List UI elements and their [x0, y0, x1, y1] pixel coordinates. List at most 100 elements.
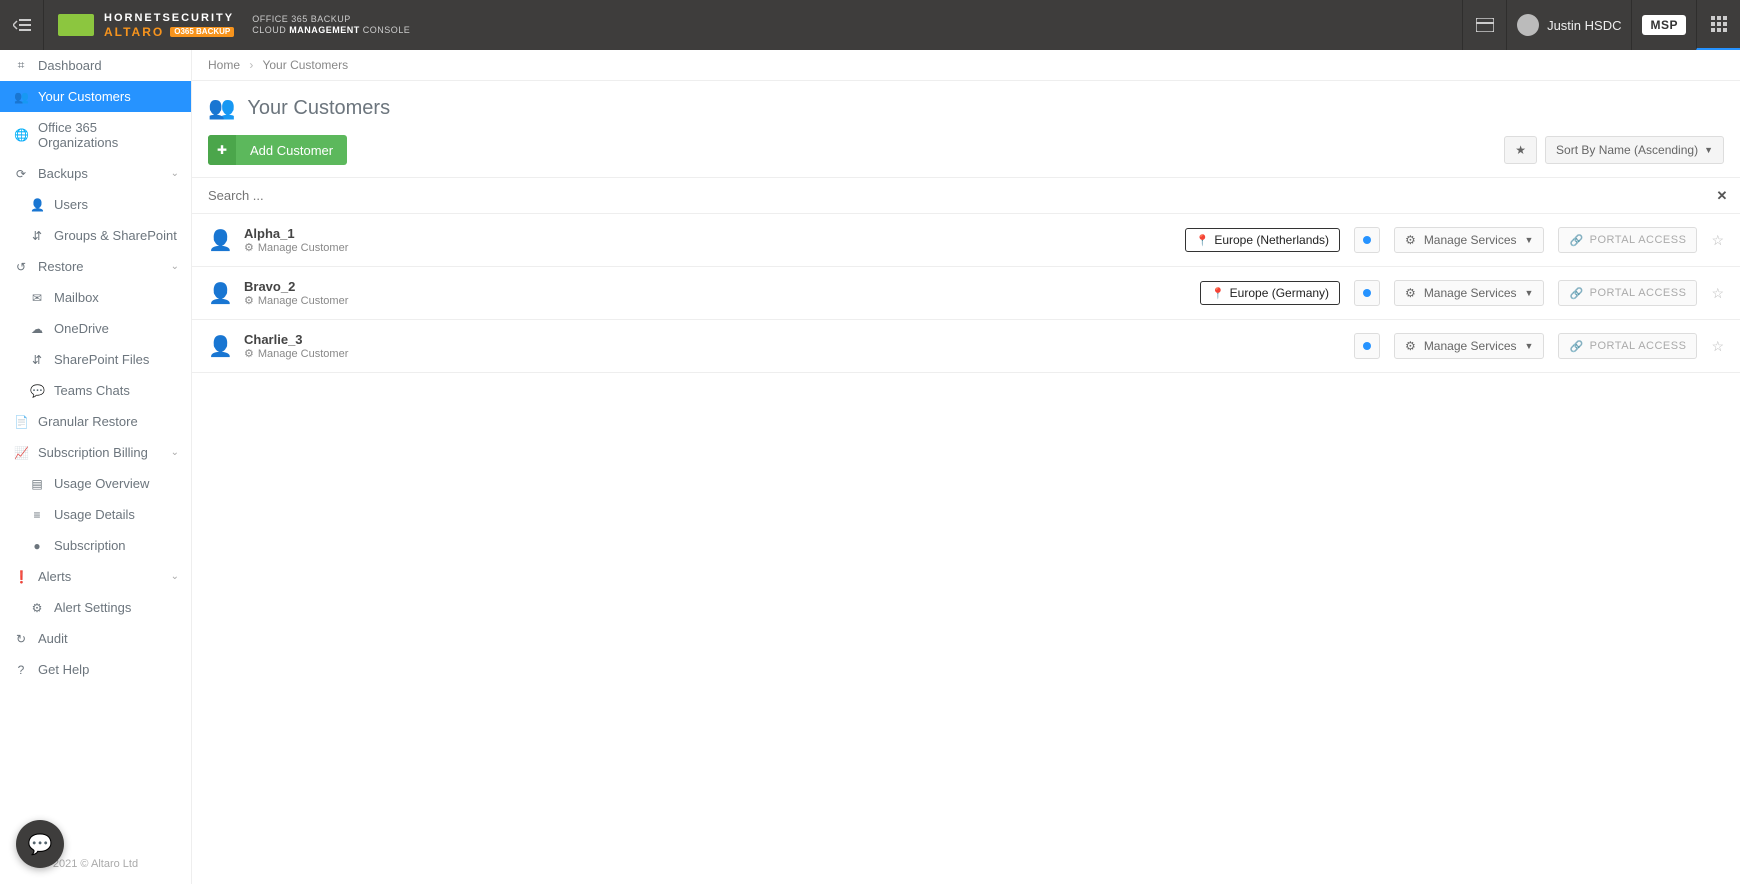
- sidebar-item-label: Users: [54, 197, 88, 212]
- chevron-down-icon: ⌄: [171, 447, 179, 458]
- location-button[interactable]: 📍Europe (Germany): [1200, 281, 1340, 305]
- status-dot-icon: [1363, 289, 1371, 297]
- teams-chats-icon: 💬: [30, 384, 44, 398]
- sidebar-item-label: SharePoint Files: [54, 352, 149, 367]
- sidebar-item-teams-chats[interactable]: 💬Teams Chats: [0, 375, 191, 406]
- sidebar-item-mailbox[interactable]: ✉Mailbox: [0, 282, 191, 313]
- sidebar-item-label: Backups: [38, 166, 88, 181]
- granular-restore-icon: 📄: [14, 415, 28, 429]
- msp-button[interactable]: MSP: [1631, 0, 1696, 50]
- status-button[interactable]: [1354, 280, 1380, 306]
- sort-label: Sort By Name (Ascending): [1556, 143, 1698, 157]
- customer-row: 👤Bravo_2⚙Manage Customer📍Europe (Germany…: [192, 267, 1740, 320]
- customer-row: 👤Alpha_1⚙Manage Customer📍Europe (Netherl…: [192, 214, 1740, 267]
- brand-line1: HORNETSECURITY: [104, 13, 234, 24]
- star-icon: ★: [1515, 143, 1526, 157]
- portal-access-button[interactable]: 🔗 PORTAL ACCESS: [1558, 333, 1697, 359]
- customer-row: 👤Charlie_3⚙Manage Customer⚙Manage Servic…: [192, 320, 1740, 373]
- sidebar-item-office-365-organizations[interactable]: 🌐Office 365 Organizations: [0, 112, 191, 158]
- sidebar-item-subscription[interactable]: ●Subscription: [0, 530, 191, 561]
- portal-access-label: PORTAL ACCESS: [1590, 340, 1687, 352]
- search-clear-button[interactable]: ✕: [1704, 188, 1740, 204]
- manage-customer-link[interactable]: ⚙Manage Customer: [244, 347, 348, 360]
- customer-name: Charlie_3: [244, 332, 348, 347]
- gear-icon: ⚙: [244, 241, 254, 254]
- services-icon: ⚙: [1405, 233, 1416, 247]
- location-label: Europe (Germany): [1230, 286, 1329, 300]
- topbar-card-button[interactable]: [1462, 0, 1506, 50]
- search-input[interactable]: [192, 178, 1704, 213]
- alert-settings-icon: ⚙: [30, 601, 44, 615]
- brand: HORNETSECURITY ALTARO O365 BACKUP OFFICE…: [44, 13, 424, 38]
- sidebar-item-groups-sharepoint[interactable]: ⇵Groups & SharePoint: [0, 220, 191, 251]
- chevron-down-icon: ▼: [1704, 145, 1713, 155]
- chevron-down-icon: ▼: [1525, 235, 1534, 245]
- brand-product-line2: CLOUD MANAGEMENT CONSOLE: [252, 25, 410, 36]
- user-menu[interactable]: Justin HSDC: [1506, 0, 1631, 50]
- sidebar-item-usage-details[interactable]: ≡ Usage Details: [0, 499, 191, 530]
- sidebar-item-granular-restore[interactable]: 📄Granular Restore: [0, 406, 191, 437]
- add-customer-button[interactable]: ✚ Add Customer: [208, 135, 347, 165]
- link-icon: 🔗: [1569, 234, 1583, 247]
- mailbox-icon: ✉: [30, 291, 44, 305]
- sidebar-item-your-customers[interactable]: 👥Your Customers: [0, 81, 191, 112]
- sidebar-item-audit[interactable]: ↻Audit: [0, 623, 191, 654]
- brand-product-line1: OFFICE 365 BACKUP: [252, 14, 410, 25]
- apps-button[interactable]: [1696, 0, 1740, 50]
- sidebar-item-sharepoint-files[interactable]: ⇵SharePoint Files: [0, 344, 191, 375]
- manage-services-button[interactable]: ⚙Manage Services▼: [1394, 333, 1544, 359]
- chat-fab[interactable]: 💬: [16, 820, 64, 868]
- sidebar-item-label: Alerts: [38, 569, 71, 584]
- status-button[interactable]: [1354, 333, 1380, 359]
- services-icon: ⚙: [1405, 339, 1416, 353]
- sidebar-item-label: Your Customers: [38, 89, 131, 104]
- sidebar-item-alert-settings[interactable]: ⚙Alert Settings: [0, 592, 191, 623]
- portal-access-button[interactable]: 🔗PORTAL ACCESS: [1558, 227, 1697, 253]
- restore-icon: ↺: [14, 260, 28, 274]
- usage-details-icon: ≡: [30, 508, 44, 522]
- sidebar-item-users[interactable]: 👤 Users: [0, 189, 191, 220]
- favorite-star[interactable]: ☆: [1711, 232, 1724, 249]
- chevron-down-icon: ⌄: [171, 168, 179, 179]
- manage-services-button[interactable]: ⚙Manage Services▼: [1394, 280, 1544, 306]
- sidebar-item-alerts[interactable]: ❗Alerts⌄: [0, 561, 191, 592]
- sidebar-item-label: OneDrive: [54, 321, 109, 336]
- backups-icon: ⟳: [14, 167, 28, 181]
- sidebar-item-label: Restore: [38, 259, 84, 274]
- chevron-down-icon: ⌄: [171, 571, 179, 582]
- sidebar-item-dashboard[interactable]: ⌗Dashboard: [0, 50, 191, 81]
- sidebar-item-label: Get Help: [38, 662, 89, 677]
- breadcrumb-home[interactable]: Home: [208, 58, 240, 72]
- users-icon: 👤: [30, 198, 44, 212]
- manage-customer-link[interactable]: ⚙Manage Customer: [244, 241, 348, 254]
- sidebar-toggle[interactable]: [0, 0, 44, 50]
- page-title-row: 👥 Your Customers: [192, 81, 1740, 135]
- sort-button[interactable]: Sort By Name (Ascending) ▼: [1545, 136, 1724, 164]
- search-bar: ✕: [192, 177, 1740, 214]
- favorite-star[interactable]: ☆: [1711, 285, 1724, 302]
- favorite-star[interactable]: ☆: [1711, 338, 1724, 355]
- favorites-filter-button[interactable]: ★: [1504, 136, 1537, 164]
- manage-services-button[interactable]: ⚙Manage Services▼: [1394, 227, 1544, 253]
- status-button[interactable]: [1354, 227, 1380, 253]
- customer-icon: 👤: [208, 281, 230, 306]
- sidebar-item-onedrive[interactable]: ☁OneDrive: [0, 313, 191, 344]
- sidebar-item-usage-overview[interactable]: ▤Usage Overview: [0, 468, 191, 499]
- portal-access-button[interactable]: 🔗PORTAL ACCESS: [1558, 280, 1697, 306]
- location-label: Europe (Netherlands): [1214, 233, 1329, 247]
- link-icon: 🔗: [1569, 340, 1583, 353]
- add-customer-label: Add Customer: [236, 143, 347, 158]
- menu-collapse-icon: [13, 18, 31, 32]
- sidebar-item-get-help[interactable]: ?Get Help: [0, 654, 191, 685]
- breadcrumb: Home › Your Customers: [192, 50, 1740, 81]
- services-icon: ⚙: [1405, 286, 1416, 300]
- sidebar-item-label: Usage Overview: [54, 476, 149, 491]
- sidebar-item-label: Usage Details: [54, 507, 135, 522]
- sidebar-item-subscription-billing[interactable]: 📈Subscription Billing⌄: [0, 437, 191, 468]
- sidebar-item-restore[interactable]: ↺Restore⌄: [0, 251, 191, 282]
- chat-icon: 💬: [28, 832, 53, 857]
- location-button[interactable]: 📍Europe (Netherlands): [1185, 228, 1340, 252]
- manage-customer-link[interactable]: ⚙Manage Customer: [244, 294, 348, 307]
- sidebar-item-backups[interactable]: ⟳ Backups ⌄: [0, 158, 191, 189]
- portal-access-label: PORTAL ACCESS: [1590, 287, 1687, 299]
